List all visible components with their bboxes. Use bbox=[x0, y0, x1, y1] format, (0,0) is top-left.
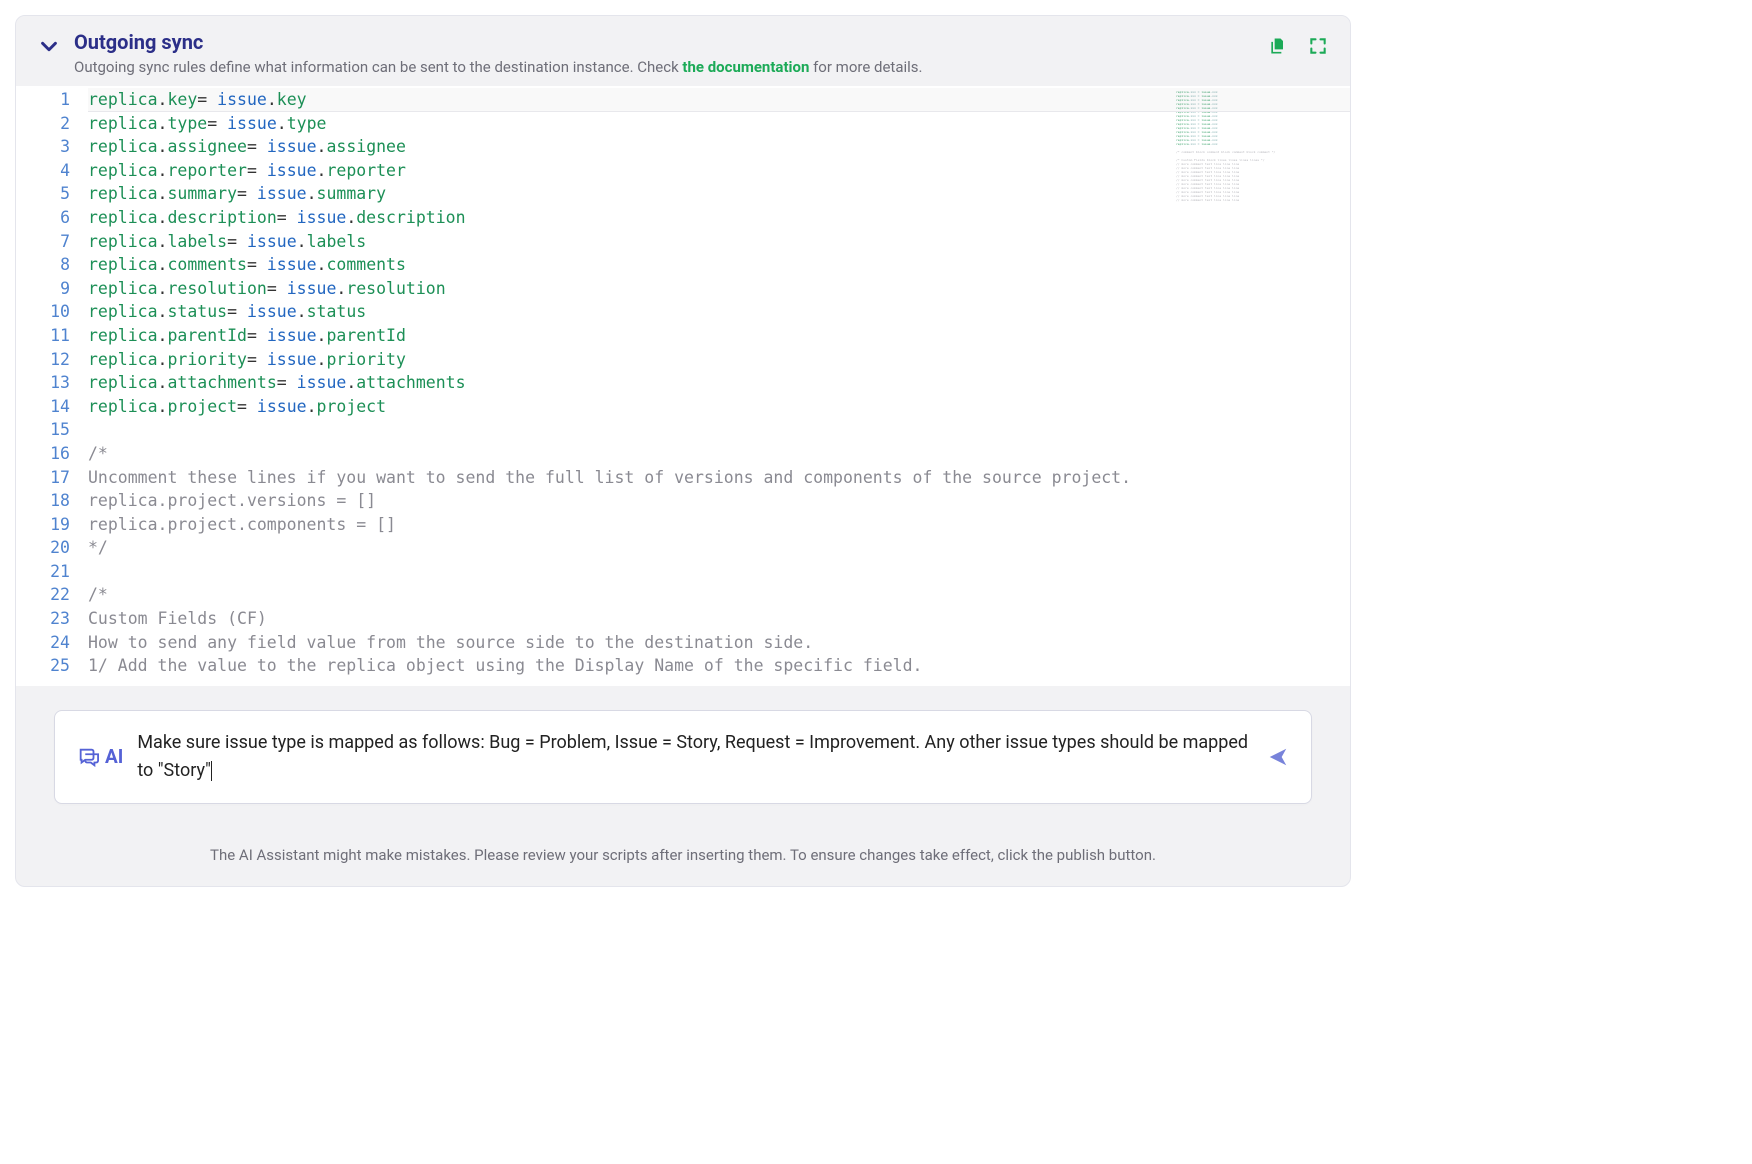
code-content[interactable]: replica.key = issue.keyreplica.type = is… bbox=[88, 86, 1170, 686]
header-text: Outgoing sync Outgoing sync rules define… bbox=[74, 30, 1268, 76]
line-gutter: 1234567891011121314151617181920212223242… bbox=[16, 86, 88, 686]
copy-button[interactable] bbox=[1268, 36, 1288, 56]
ai-label: AI bbox=[77, 745, 123, 768]
ai-disclaimer: The AI Assistant might make mistakes. Pl… bbox=[16, 836, 1350, 886]
documents-icon bbox=[1268, 36, 1288, 56]
ai-prompt-input[interactable]: Make sure issue type is mapped as follow… bbox=[137, 729, 1253, 785]
collapse-toggle[interactable] bbox=[38, 36, 60, 58]
ai-prompt-bar: AI Make sure issue type is mapped as fol… bbox=[54, 710, 1312, 804]
chevron-down-icon bbox=[38, 36, 60, 58]
text-cursor bbox=[211, 761, 212, 781]
panel-title: Outgoing sync bbox=[74, 30, 1268, 54]
documentation-link[interactable]: the documentation bbox=[682, 58, 809, 76]
fullscreen-button[interactable] bbox=[1308, 36, 1328, 56]
header-actions bbox=[1268, 36, 1328, 56]
code-editor[interactable]: 1234567891011121314151617181920212223242… bbox=[16, 86, 1350, 686]
panel-subtitle: Outgoing sync rules define what informat… bbox=[74, 58, 1268, 76]
fullscreen-icon bbox=[1308, 36, 1328, 56]
minimap[interactable]: replica.xxx = issue.xxx replica.xxx = is… bbox=[1170, 86, 1350, 686]
chat-icon bbox=[77, 746, 99, 768]
sync-panel: Outgoing sync Outgoing sync rules define… bbox=[15, 15, 1351, 887]
send-icon bbox=[1267, 746, 1289, 768]
ai-send-button[interactable] bbox=[1267, 746, 1289, 768]
panel-header: Outgoing sync Outgoing sync rules define… bbox=[16, 16, 1350, 86]
